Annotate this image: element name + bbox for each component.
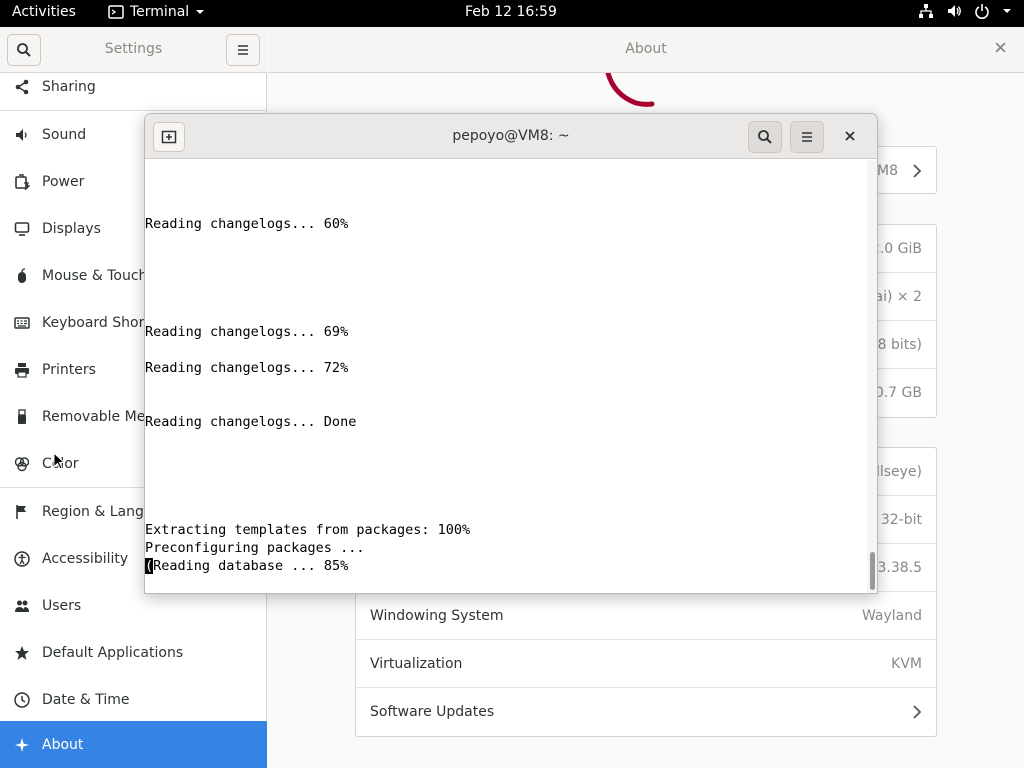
sidebar-item-label: Users — [42, 597, 82, 614]
terminal-close-button[interactable] — [840, 126, 860, 146]
star-icon — [14, 645, 30, 661]
mouse-pointer-icon — [53, 452, 65, 470]
app-menu[interactable]: Terminal — [108, 4, 205, 20]
scrollbar-thumb[interactable] — [870, 552, 875, 590]
sidebar-item-label: Displays — [42, 220, 101, 237]
terminal-line: Extracting templates from packages: 100% — [145, 522, 471, 538]
usb-icon — [14, 408, 30, 425]
terminal-line: Reading changelogs... 60% — [145, 216, 349, 232]
top-bar: Activities Terminal Feb 12 16:59 — [0, 0, 1024, 27]
chevron-right-icon — [913, 164, 922, 178]
sidebar-item-date-time[interactable]: Date & Time — [0, 676, 267, 723]
network-icon — [919, 4, 933, 18]
text-cursor: ( — [145, 558, 154, 574]
sidebar-item-sharing[interactable]: Sharing — [0, 63, 267, 110]
battery-icon — [14, 173, 30, 190]
windowing-system-row: Windowing System Wayland — [356, 592, 936, 640]
accessibility-icon — [14, 550, 30, 567]
row-label: Windowing System — [370, 607, 504, 624]
terminal-window[interactable]: pepoyo@VM8: ~ Reading changelogs... 60% … — [144, 113, 878, 594]
terminal-line: Preconfiguring packages ... — [145, 540, 365, 556]
sidebar-item-about[interactable]: About — [0, 721, 267, 768]
users-icon — [14, 598, 30, 614]
terminal-line-last: (Reading database ... 85% — [145, 558, 348, 574]
flag-icon — [14, 504, 30, 520]
sidebar-item-label: Printers — [42, 361, 96, 378]
mouse-icon — [14, 267, 30, 284]
row-label: Software Updates — [370, 704, 495, 720]
clock[interactable]: Feb 12 16:59 — [465, 4, 557, 20]
terminal-headerbar[interactable]: pepoyo@VM8: ~ — [145, 114, 877, 159]
color-icon — [14, 456, 30, 472]
virtualization-row: Virtualization KVM — [356, 640, 936, 688]
sidebar-item-label: Date & Time — [42, 691, 130, 708]
terminal-menu-button[interactable] — [790, 121, 824, 153]
power-icon — [975, 4, 989, 19]
terminal-search-button[interactable] — [748, 121, 782, 153]
terminal-line-text: Reading database ... 85% — [153, 558, 349, 574]
sidebar-item-label: Sharing — [42, 78, 96, 95]
share-icon — [14, 79, 30, 95]
sidebar-item-default-applications[interactable]: Default Applications — [0, 629, 267, 676]
speaker-icon — [14, 127, 30, 143]
page-title: About — [625, 41, 667, 57]
sparkle-icon — [14, 737, 30, 753]
main-header: About — [268, 27, 1024, 73]
clock-icon — [14, 691, 30, 708]
device-name-value: M8 — [877, 163, 898, 179]
printer-icon — [14, 362, 30, 378]
sidebar-item-label: About — [42, 736, 84, 753]
hamburger-icon — [802, 132, 812, 142]
row-value: KVM — [891, 655, 922, 672]
sidebar-item-label: Power — [42, 173, 85, 190]
terminal-scrollbar[interactable] — [867, 160, 877, 593]
hamburger-icon — [238, 45, 248, 55]
chevron-down-icon — [196, 10, 205, 14]
search-icon — [758, 130, 772, 144]
system-tray[interactable] — [918, 3, 1012, 19]
sidebar-item-label: Sound — [42, 126, 87, 143]
debian-logo — [605, 73, 655, 107]
terminal-icon — [108, 5, 124, 19]
terminal-line: Reading changelogs... Done — [145, 414, 357, 430]
chevron-down-icon — [1003, 9, 1011, 13]
monitor-icon — [14, 221, 30, 237]
keyboard-icon — [14, 315, 30, 331]
sidebar-item-label: Default Applications — [42, 644, 184, 661]
sidebar-item-label: Accessibility — [42, 550, 129, 567]
close-icon — [845, 131, 855, 141]
row-value: Wayland — [861, 607, 922, 624]
close-button[interactable] — [995, 41, 1006, 57]
sidebar-menu-button[interactable] — [226, 34, 260, 66]
app-menu-label: Terminal — [130, 4, 190, 20]
activities-button[interactable]: Activities — [12, 4, 76, 20]
terminal-line: Reading changelogs... 69% — [145, 324, 349, 340]
chevron-right-icon — [913, 705, 922, 719]
terminal-line: Reading changelogs... 72% — [145, 360, 349, 376]
software-updates-row[interactable]: Software Updates — [356, 688, 936, 736]
close-icon — [995, 42, 1006, 53]
volume-icon — [948, 5, 961, 17]
terminal-output[interactable]: Reading changelogs... 60% Reading change… — [145, 160, 867, 593]
row-label: Virtualization — [370, 655, 463, 672]
